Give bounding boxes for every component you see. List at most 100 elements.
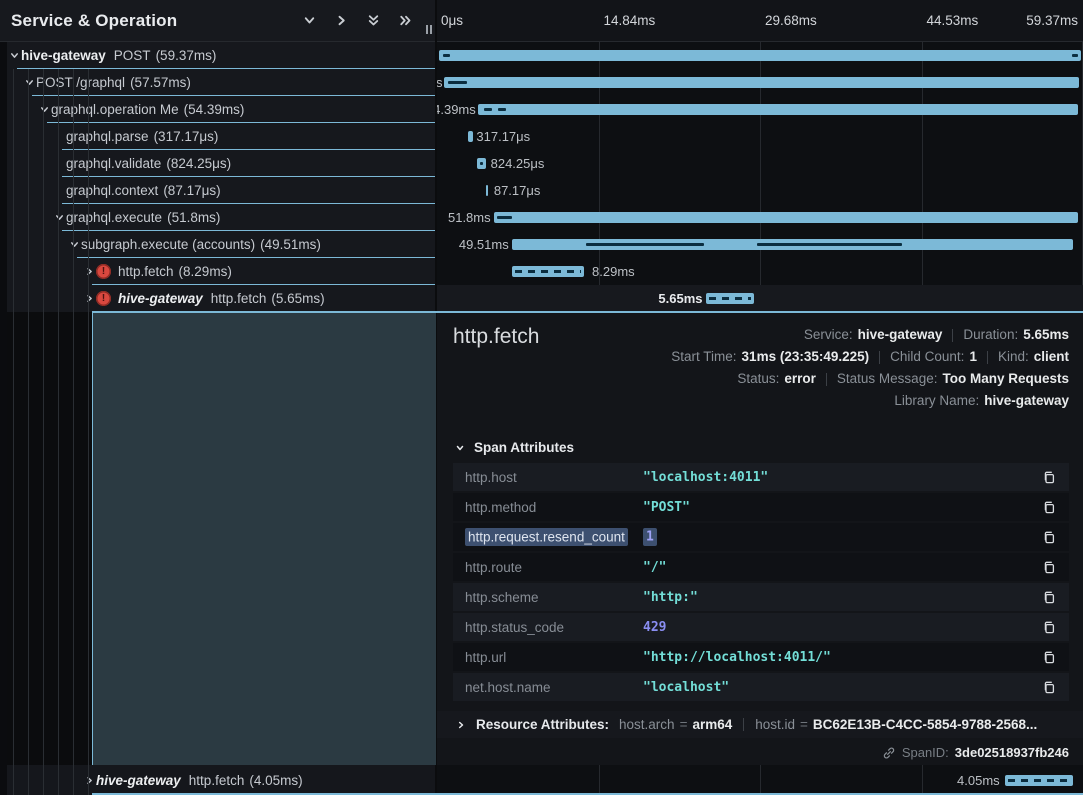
span-id-row: SpanID: 3de02518937fb246 (882, 745, 1069, 760)
tree-row-graphql-operation[interactable]: graphql.operation Me (54.39ms) (0, 96, 435, 123)
copy-icon[interactable] (1042, 680, 1057, 695)
gridline (922, 765, 923, 795)
detail-meta: Service: hive-gateway Duration: 5.65ms S… (671, 324, 1069, 412)
attribute-key: http.host (465, 470, 517, 485)
timeline-row: 4.05ms (437, 765, 1083, 795)
span-id-value: 3de02518937fb246 (955, 745, 1069, 760)
timeline-row: 317.17μs (437, 123, 1083, 150)
expand-one-icon[interactable] (334, 13, 349, 28)
chevron-down-icon[interactable] (67, 239, 81, 250)
library-name-label: Library Name: (894, 390, 979, 412)
copy-icon[interactable] (1042, 590, 1057, 605)
chevron-down-icon[interactable] (22, 77, 36, 88)
attribute-key: http.status_code (465, 620, 564, 635)
tick-label: 0μs (441, 13, 463, 28)
resource-attributes-title[interactable]: Resource Attributes: (476, 717, 609, 732)
span-bar[interactable] (444, 77, 1079, 88)
span-duration: (5.65ms) (271, 291, 324, 306)
tree-row-http-fetch-selected[interactable]: hive-gateway http.fetch (5.65ms) (0, 285, 435, 312)
tree-row-hive-gateway-post[interactable]: hive-gateway POST (59.37ms) (0, 42, 435, 69)
span-operation: http.fetch (118, 264, 174, 279)
copy-icon[interactable] (1042, 470, 1057, 485)
chevron-right-icon[interactable] (454, 720, 468, 730)
span-bar[interactable] (512, 266, 584, 277)
status-value: error (784, 368, 816, 390)
selected-span-highlight-block (92, 313, 436, 765)
span-operation: POST (114, 48, 151, 63)
copy-icon[interactable] (1042, 620, 1057, 635)
collapse-one-icon[interactable] (302, 13, 317, 28)
span-attributes-section-header[interactable]: Span Attributes (453, 440, 574, 455)
gridline (599, 765, 600, 795)
span-bar[interactable] (439, 50, 1081, 61)
timeline-row: 57.57ms (437, 69, 1083, 96)
child-count-value: 1 (969, 346, 977, 368)
attribute-key: http.scheme (465, 590, 539, 605)
tree-row-graphql-execute[interactable]: graphql.execute (51.8ms) (0, 204, 435, 231)
collapse-all-icon[interactable] (366, 13, 381, 28)
tree-row-subgraph-execute[interactable]: subgraph.execute (accounts) (49.51ms) (0, 231, 435, 258)
bar-label: 4.05ms (957, 773, 1000, 788)
detail-title: http.fetch (453, 325, 539, 349)
span-attributes-table: http.host "localhost:4011" http.method "… (453, 463, 1069, 703)
expand-all-icon[interactable] (398, 13, 413, 28)
attribute-value: "http://localhost:4011/" (643, 650, 831, 665)
chevron-down-icon[interactable] (7, 50, 21, 61)
span-operation: http.fetch (189, 773, 245, 788)
attribute-value: "localhost:4011" (643, 470, 768, 485)
span-operation: POST /graphql (36, 75, 125, 90)
link-icon[interactable] (882, 746, 896, 760)
span-bar[interactable] (706, 293, 754, 304)
kind-value: client (1034, 346, 1069, 368)
duration-label: Duration: (963, 324, 1018, 346)
span-bar[interactable] (468, 131, 473, 142)
tree-row-http-fetch-1[interactable]: http.fetch (8.29ms) (0, 258, 435, 285)
kind-label: Kind: (998, 346, 1029, 368)
status-label: Status: (737, 368, 779, 390)
attribute-row: http.request.resend_count 1 (453, 523, 1069, 551)
start-time-value: 31ms (23:35:49.225) (742, 346, 870, 368)
span-detail-panel: http.fetch Service: hive-gateway Duratio… (437, 313, 1083, 765)
span-duration: (4.05ms) (249, 773, 302, 788)
span-operation: graphql.execute (66, 210, 162, 225)
duration-value: 5.65ms (1023, 324, 1069, 346)
span-duration: (824.25μs) (166, 156, 231, 171)
chevron-down-icon[interactable] (37, 104, 51, 115)
copy-icon[interactable] (1042, 650, 1057, 665)
chevron-right-icon[interactable] (82, 266, 96, 277)
attribute-key: http.url (465, 650, 506, 665)
chevron-down-icon[interactable] (52, 212, 66, 223)
resource-key: host.id (755, 717, 795, 732)
equals-sign: = (800, 717, 808, 732)
timeline-row: 824.25μs (437, 150, 1083, 177)
tree-row-graphql-context[interactable]: graphql.context (87.17μs) (0, 177, 435, 204)
span-bar[interactable] (486, 185, 488, 196)
chevron-right-icon[interactable] (82, 775, 96, 786)
tree-row-post-graphql[interactable]: POST /graphql (57.57ms) (0, 69, 435, 96)
span-bar[interactable] (1005, 775, 1073, 786)
tree-row-graphql-parse[interactable]: graphql.parse (317.17μs) (0, 123, 435, 150)
attribute-value: "POST" (643, 500, 690, 515)
timeline-canvas: 57.57ms 54.39ms 317.17μs 824.25μs 87.17μ… (437, 42, 1083, 312)
chevron-right-icon[interactable] (82, 293, 96, 304)
span-operation: graphql.operation Me (51, 102, 179, 117)
bar-label: 54.39ms (437, 102, 476, 117)
timeline-row: 8.29ms (437, 258, 1083, 285)
timeline-row: 54.39ms (437, 96, 1083, 123)
tick-label: 44.53ms (927, 13, 979, 28)
span-id-label: SpanID: (902, 745, 949, 760)
bar-label: 57.57ms (437, 75, 443, 90)
status-message-label: Status Message: (837, 368, 938, 390)
copy-icon[interactable] (1042, 530, 1057, 545)
attribute-row: http.route "/" (453, 553, 1069, 581)
span-bar[interactable] (478, 104, 1078, 115)
tree-row-http-fetch-2[interactable]: hive-gateway http.fetch (4.05ms) (0, 765, 435, 795)
panel-resize-handle[interactable] (426, 25, 432, 34)
tick-label: 59.37ms (1026, 13, 1078, 28)
copy-icon[interactable] (1042, 560, 1057, 575)
tree-row-graphql-validate[interactable]: graphql.validate (824.25μs) (0, 150, 435, 177)
span-bar[interactable] (494, 212, 1078, 223)
attribute-row: http.host "localhost:4011" (453, 463, 1069, 491)
copy-icon[interactable] (1042, 500, 1057, 515)
resource-attributes-row: Resource Attributes: host.arch = arm64 h… (437, 711, 1083, 738)
